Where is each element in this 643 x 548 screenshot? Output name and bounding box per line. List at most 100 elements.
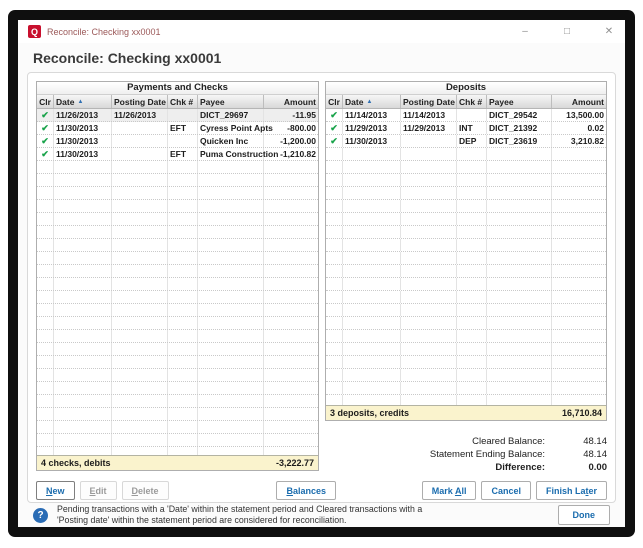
- amount-cell: [552, 174, 606, 186]
- payee-cell: [487, 304, 552, 316]
- window-controls: – □ ✕: [519, 26, 615, 37]
- payments-panel-title: Payments and Checks: [37, 82, 318, 95]
- amount-cell: [264, 421, 318, 433]
- column-header-date[interactable]: Date ▲: [343, 95, 401, 108]
- chk-cell: [168, 343, 198, 355]
- chk-cell: [168, 187, 198, 199]
- empty-row: [37, 161, 318, 174]
- close-button[interactable]: ✕: [603, 26, 615, 37]
- transaction-row[interactable]: ✔11/30/2013EFTCyress Point Apts-800.00: [37, 122, 318, 135]
- column-header-posting-date[interactable]: Posting Date: [401, 95, 457, 108]
- amount-cell: [552, 291, 606, 303]
- payments-total-label: 4 checks, debits: [41, 458, 111, 468]
- posting-date-cell: [401, 369, 457, 381]
- cleared-check-icon[interactable]: ✔: [37, 148, 54, 160]
- column-header-amount[interactable]: Amount: [552, 95, 606, 108]
- clr-cell: [326, 304, 343, 316]
- posting-date-cell: [112, 291, 168, 303]
- chk-cell: [168, 395, 198, 407]
- finish-later-button[interactable]: Finish Later: [536, 481, 607, 500]
- date-cell: [343, 265, 401, 277]
- posting-date-cell: 11/14/2013: [401, 109, 457, 121]
- column-header-clr[interactable]: Clr: [37, 95, 54, 108]
- transaction-row[interactable]: ✔11/14/201311/14/2013DICT_2954213,500.00: [326, 109, 606, 122]
- column-header-payee[interactable]: Payee: [198, 95, 264, 108]
- help-icon[interactable]: ?: [33, 508, 48, 523]
- maximize-button[interactable]: □: [561, 26, 573, 37]
- payments-table-body: ✔11/26/201311/26/2013DICT_29697-11.95✔11…: [37, 109, 318, 455]
- new-button[interactable]: New: [36, 481, 75, 500]
- chk-cell: [457, 265, 487, 277]
- sort-ascending-icon: ▲: [366, 99, 372, 105]
- chk-cell: [457, 291, 487, 303]
- payee-cell: [198, 369, 264, 381]
- payments-table-header: Clr Date ▲ Posting Date Chk # Payee Amou…: [37, 95, 318, 109]
- payee-cell: [487, 343, 552, 355]
- posting-date-cell: [112, 382, 168, 394]
- column-header-date[interactable]: Date ▲: [54, 95, 112, 108]
- amount-cell: [552, 343, 606, 355]
- footer-note-line2: 'Posting date' within the statement peri…: [57, 515, 422, 526]
- chk-cell: [457, 226, 487, 238]
- done-button[interactable]: Done: [558, 505, 611, 525]
- transaction-row[interactable]: ✔11/26/201311/26/2013DICT_29697-11.95: [37, 109, 318, 122]
- payments-total-amount: -3,222.77: [276, 458, 314, 468]
- delete-button[interactable]: Delete: [122, 481, 169, 500]
- cleared-balance-row: Cleared Balance: 48.14: [325, 435, 607, 448]
- chk-cell: [457, 278, 487, 290]
- empty-row: [37, 226, 318, 239]
- clr-cell: [326, 239, 343, 251]
- column-header-amount[interactable]: Amount: [264, 95, 318, 108]
- chk-cell: [168, 213, 198, 225]
- cleared-check-icon[interactable]: ✔: [37, 122, 54, 134]
- empty-row: [326, 226, 606, 239]
- posting-date-cell: [112, 317, 168, 329]
- transaction-row[interactable]: ✔11/30/2013Quicken Inc-1,200.00: [37, 135, 318, 148]
- chk-cell: [168, 161, 198, 173]
- date-cell: [54, 434, 112, 446]
- date-cell: [343, 278, 401, 290]
- transaction-row[interactable]: ✔11/29/201311/29/2013INTDICT_213920.02: [326, 122, 606, 135]
- date-cell: [343, 356, 401, 368]
- posting-date-cell: [401, 343, 457, 355]
- posting-date-cell: [401, 382, 457, 394]
- column-header-chk[interactable]: Chk #: [168, 95, 198, 108]
- chk-cell: [457, 395, 487, 405]
- empty-row: [37, 265, 318, 278]
- clr-cell: [37, 200, 54, 212]
- amount-cell: [264, 252, 318, 264]
- clr-cell: [326, 291, 343, 303]
- minimize-button[interactable]: –: [519, 26, 531, 37]
- payee-cell: [198, 343, 264, 355]
- deposits-column: Deposits Clr Date ▲ Posting Date Chk # P…: [325, 81, 607, 474]
- cleared-check-icon[interactable]: ✔: [326, 122, 343, 134]
- chk-cell: [168, 291, 198, 303]
- actions-row: New Edit Delete Balances Mark All Cancel…: [36, 481, 607, 500]
- cleared-check-icon[interactable]: ✔: [37, 135, 54, 147]
- cleared-check-icon[interactable]: ✔: [37, 109, 54, 121]
- mark-all-button[interactable]: Mark All: [422, 481, 477, 500]
- balances-button[interactable]: Balances: [276, 481, 336, 500]
- payee-cell: Cyress Point Apts: [198, 122, 264, 134]
- cleared-check-icon[interactable]: ✔: [326, 135, 343, 147]
- column-header-clr[interactable]: Clr: [326, 95, 343, 108]
- transaction-row[interactable]: ✔11/30/2013DEPDICT_236193,210.82: [326, 135, 606, 148]
- payee-cell: [198, 421, 264, 433]
- column-header-payee[interactable]: Payee: [487, 95, 552, 108]
- transaction-row[interactable]: ✔11/30/2013EFTPuma Construction-1,210.82: [37, 148, 318, 161]
- amount-cell: [552, 239, 606, 251]
- posting-date-cell: [112, 447, 168, 455]
- payee-cell: [198, 239, 264, 251]
- clr-cell: [326, 265, 343, 277]
- column-header-chk[interactable]: Chk #: [457, 95, 487, 108]
- empty-row: [37, 330, 318, 343]
- cleared-check-icon[interactable]: ✔: [326, 109, 343, 121]
- column-header-posting-date[interactable]: Posting Date: [112, 95, 168, 108]
- payee-cell: [487, 317, 552, 329]
- date-cell: [343, 395, 401, 405]
- empty-row: [326, 382, 606, 395]
- payee-cell: [198, 161, 264, 173]
- edit-button[interactable]: Edit: [80, 481, 117, 500]
- payee-cell: [487, 148, 552, 160]
- cancel-button[interactable]: Cancel: [481, 481, 531, 500]
